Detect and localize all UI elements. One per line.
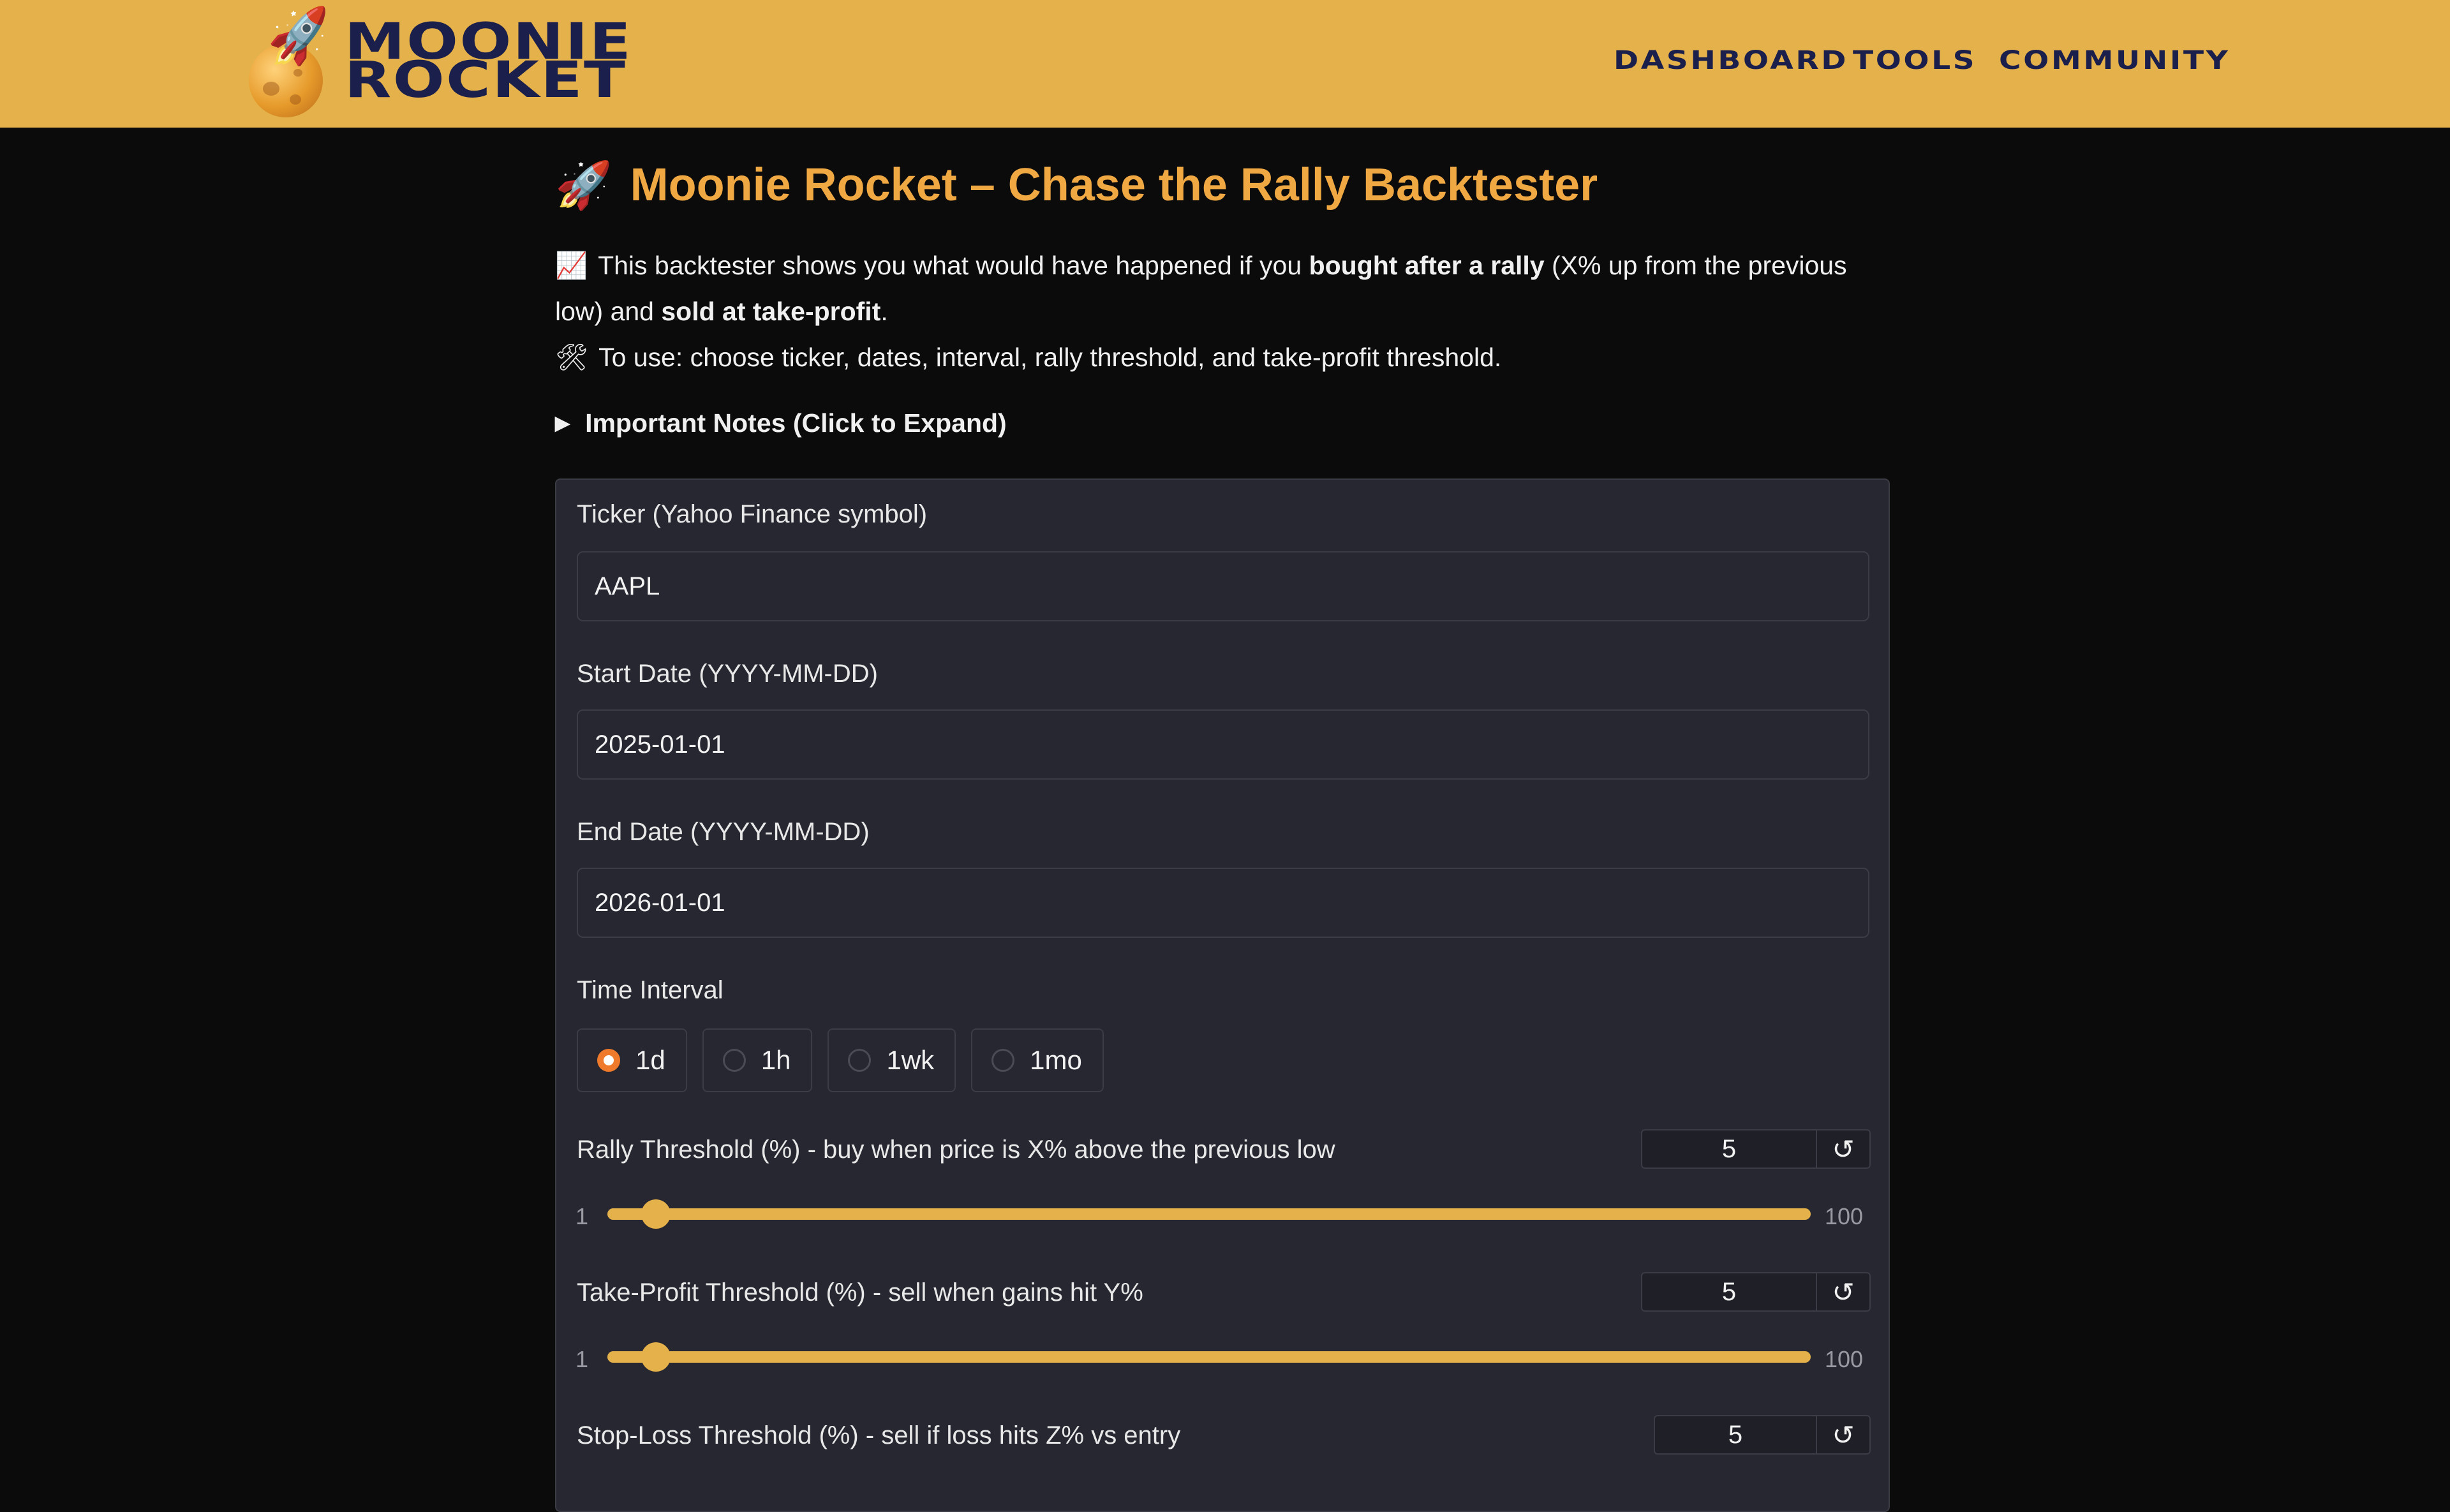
intro-usage: To use: choose ticker, dates, interval, …: [598, 343, 1502, 372]
brand-line-2: ROCKET: [345, 52, 627, 109]
radio-unselected-icon: [722, 1049, 746, 1072]
nav-dashboard[interactable]: DASHBOARD: [1614, 46, 1848, 75]
backtest-form: Ticker (Yahoo Finance symbol) AAPL Start…: [555, 478, 1890, 1512]
reset-icon[interactable]: ↺: [1816, 1416, 1869, 1453]
rally-threshold-slider[interactable]: [607, 1199, 1811, 1229]
end-date-input[interactable]: 2026-01-01: [577, 868, 1869, 938]
take-profit-threshold-label: Take-Profit Threshold (%) - sell when ga…: [577, 1279, 1143, 1307]
start-date-label: Start Date (YYYY-MM-DD): [577, 660, 878, 688]
triangle-right-icon: ▶: [555, 413, 570, 434]
rally-slider-min: 1: [575, 1203, 589, 1229]
interval-label: Time Interval: [577, 976, 724, 1004]
take-profit-value[interactable]: 5: [1642, 1273, 1816, 1310]
rally-threshold-value[interactable]: 5: [1642, 1130, 1816, 1167]
important-notes-label: Important Notes (Click to Expand): [585, 408, 1007, 438]
reset-icon[interactable]: ↺: [1816, 1130, 1869, 1167]
rocket-icon: 🚀: [264, 4, 335, 70]
main-nav: DASHBOARD TOOLS COMMUNITY: [1614, 46, 2228, 75]
rally-threshold-label: Rally Threshold (%) - buy when price is …: [577, 1136, 1335, 1164]
nav-tools[interactable]: TOOLS: [1853, 46, 1977, 75]
intro-text: 📈 This backtester shows you what would ha…: [555, 242, 1892, 380]
stop-loss-number-input: 5 ↺: [1654, 1415, 1871, 1455]
take-profit-slider-min: 1: [575, 1346, 589, 1372]
interval-option-1h[interactable]: 1h: [702, 1028, 813, 1092]
radio-unselected-icon: [991, 1049, 1015, 1072]
intro-text-c: .: [880, 297, 888, 326]
interval-option-1mo[interactable]: 1mo: [971, 1028, 1104, 1092]
interval-option-1wk[interactable]: 1wk: [828, 1028, 956, 1092]
page-title-text: Moonie Rocket – Chase the Rally Backtest…: [630, 159, 1598, 211]
nav-community[interactable]: COMMUNITY: [1999, 46, 2230, 75]
interval-radio-group: 1d 1h 1wk 1mo: [577, 1028, 1104, 1092]
start-date-input[interactable]: 2025-01-01: [577, 709, 1869, 780]
important-notes-expander[interactable]: ▶ Important Notes (Click to Expand): [555, 408, 1007, 438]
take-profit-threshold-slider[interactable]: [607, 1342, 1811, 1372]
rally-threshold-number-input: 5 ↺: [1641, 1129, 1871, 1169]
brand-name: MOONIE ROCKET: [345, 17, 631, 105]
radio-unselected-icon: [848, 1049, 872, 1072]
take-profit-number-input: 5 ↺: [1641, 1272, 1871, 1312]
take-profit-slider-max: 100: [1825, 1346, 1864, 1372]
interval-option-label: 1h: [761, 1045, 791, 1075]
slider-thumb[interactable]: [641, 1342, 671, 1372]
rocket-icon: 🚀: [555, 159, 612, 211]
intro-bold-rally: bought after a rally: [1309, 251, 1545, 280]
interval-option-1d[interactable]: 1d: [577, 1028, 687, 1092]
interval-option-label: 1mo: [1030, 1045, 1082, 1075]
intro-text-a: This backtester shows you what would hav…: [598, 251, 1309, 280]
brand-logo[interactable]: 🚀 MOONIE ROCKET: [245, 5, 653, 117]
interval-option-label: 1d: [635, 1045, 665, 1075]
ticker-input[interactable]: AAPL: [577, 551, 1869, 621]
rally-slider-max: 100: [1825, 1203, 1864, 1229]
intro-line-1: 📈 This backtester shows you what would ha…: [555, 242, 1892, 334]
tools-icon: 🛠: [555, 343, 589, 372]
interval-option-label: 1wk: [886, 1045, 935, 1075]
chart-up-icon: 📈: [555, 251, 588, 280]
page-title: 🚀 Moonie Rocket – Chase the Rally Backte…: [555, 153, 1598, 217]
ticker-label: Ticker (Yahoo Finance symbol): [577, 500, 928, 528]
intro-bold-takeprofit: sold at take-profit: [661, 297, 881, 326]
reset-icon[interactable]: ↺: [1816, 1273, 1869, 1310]
slider-thumb[interactable]: [641, 1199, 671, 1229]
stop-loss-threshold-label: Stop-Loss Threshold (%) - sell if loss h…: [577, 1421, 1181, 1449]
intro-line-2: 🛠 To use: choose ticker, dates, interval,…: [555, 334, 1892, 380]
end-date-label: End Date (YYYY-MM-DD): [577, 818, 870, 846]
stop-loss-value[interactable]: 5: [1655, 1416, 1816, 1453]
radio-selected-icon: [597, 1049, 620, 1072]
top-navbar: 🚀 MOONIE ROCKET DASHBOARD TOOLS COMMUNIT…: [0, 0, 2450, 128]
